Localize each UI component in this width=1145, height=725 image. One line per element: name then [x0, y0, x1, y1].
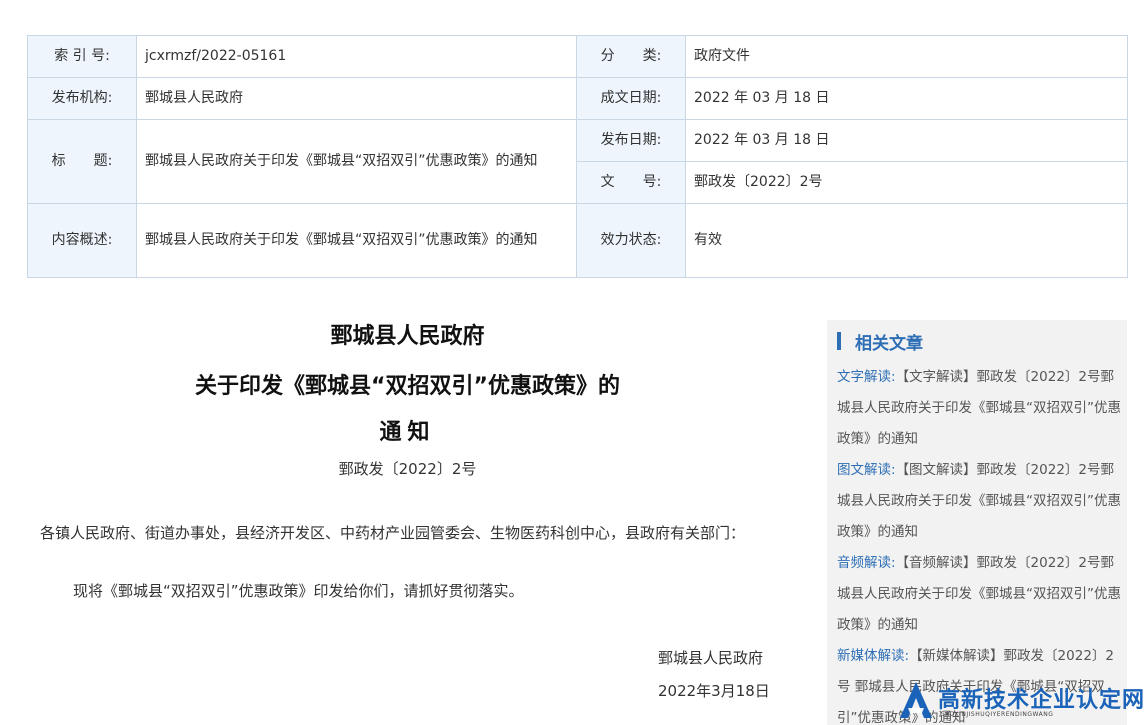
related-articles-title: 相关文章	[855, 333, 923, 354]
category-value: 政府文件	[685, 35, 1128, 78]
doc-number-label: 文 号:	[576, 161, 686, 204]
article-title-line-1: 鄄城县人民政府	[330, 324, 485, 349]
header-accent-bar	[837, 332, 841, 350]
metadata-row-index: 索 引 号: jcxrmzf/2022-05161 分 类: 政府文件	[27, 35, 1128, 78]
related-articles-header: 相关文章	[837, 330, 923, 354]
article-body-paragraph: 现将《鄄城县“双招双引”优惠政策》印发给你们，请抓好贯彻落实。	[73, 582, 524, 600]
metadata-row-publisher: 发布机构: 鄄城县人民政府 成文日期: 2022 年 03 月 18 日	[27, 77, 1128, 120]
signature-organization: 鄄城县人民政府	[658, 649, 764, 667]
publisher-label: 发布机构:	[27, 77, 137, 120]
related-article-category[interactable]: 新媒体解读:	[837, 648, 909, 664]
created-date-value: 2022 年 03 月 18 日	[685, 77, 1128, 120]
related-articles-list: 文字解读:【文字解读】鄄政发〔2022〕2号鄄城县人民政府关于印发《鄄城县“双招…	[837, 362, 1122, 725]
published-date-value: 2022 年 03 月 18 日	[685, 119, 1128, 162]
related-article-item[interactable]: 文字解读:【文字解读】鄄政发〔2022〕2号鄄城县人民政府关于印发《鄄城县“双招…	[837, 362, 1122, 455]
related-article-category[interactable]: 文字解读:	[837, 369, 896, 385]
metadata-row-title: 标 题: 鄄城县人民政府关于印发《鄄城县“双招双引”优惠政策》的通知 发布日期:…	[27, 119, 1128, 204]
related-article-item[interactable]: 图文解读:【图文解读】鄄政发〔2022〕2号鄄城县人民政府关于印发《鄄城县“双招…	[837, 455, 1122, 548]
published-date-label: 发布日期:	[576, 119, 686, 162]
watermark-text: 高新技术企业认定网	[938, 688, 1145, 713]
article-title-line-2: 关于印发《鄄城县“双招双引”优惠政策》的	[195, 374, 620, 399]
category-label: 分 类:	[576, 35, 686, 78]
index-value: jcxrmzf/2022-05161	[136, 35, 577, 78]
status-label: 效力状态:	[576, 203, 686, 278]
watermark-emblem-icon	[900, 682, 932, 718]
signature-date: 2022年3月18日	[658, 682, 770, 700]
summary-label: 内容概述:	[27, 203, 137, 278]
title-label: 标 题:	[27, 119, 137, 204]
title-value: 鄄城县人民政府关于印发《鄄城县“双招双引”优惠政策》的通知	[136, 119, 577, 204]
article-title-line-3: 通知	[379, 420, 436, 445]
status-value: 有效	[685, 203, 1128, 278]
watermark-subtext: GAOXINJISHUQIYERENDINGWANG	[940, 711, 1054, 718]
article-doc-number: 鄄政发〔2022〕2号	[338, 460, 477, 478]
doc-number-value: 鄄政发〔2022〕2号	[685, 161, 1128, 204]
related-articles-sidebar: 相关文章 文字解读:【文字解读】鄄政发〔2022〕2号鄄城县人民政府关于印发《鄄…	[827, 320, 1127, 725]
document-metadata-table: 索 引 号: jcxrmzf/2022-05161 分 类: 政府文件 发布机构…	[27, 35, 1128, 278]
created-date-label: 成文日期:	[576, 77, 686, 120]
index-label: 索 引 号:	[27, 35, 137, 78]
summary-value: 鄄城县人民政府关于印发《鄄城县“双招双引”优惠政策》的通知	[136, 203, 577, 278]
watermark-logo: 高新技术企业认定网 GAOXINJISHUQIYERENDINGWANG	[898, 678, 1145, 725]
related-article-category[interactable]: 音频解读:	[837, 555, 896, 571]
publisher-value: 鄄城县人民政府	[136, 77, 577, 120]
related-article-item[interactable]: 音频解读:【音频解读】鄄政发〔2022〕2号鄄城县人民政府关于印发《鄄城县“双招…	[837, 548, 1122, 641]
metadata-row-summary: 内容概述: 鄄城县人民政府关于印发《鄄城县“双招双引”优惠政策》的通知 效力状态…	[27, 203, 1128, 278]
related-article-category[interactable]: 图文解读:	[837, 462, 896, 478]
article-addressee: 各镇人民政府、街道办事处，县经济开发区、中药材产业园管委会、生物医药科创中心，县…	[40, 524, 746, 542]
